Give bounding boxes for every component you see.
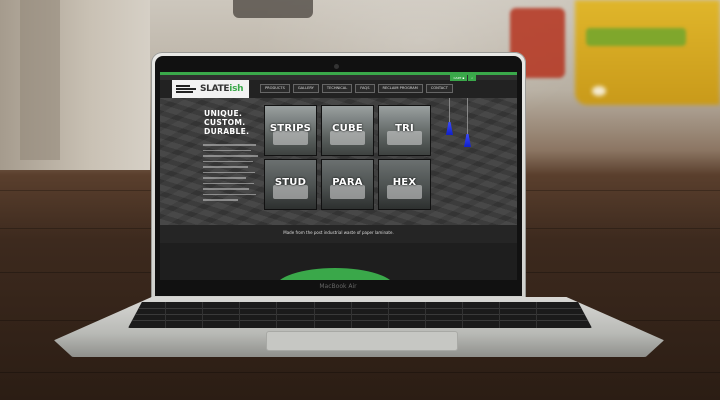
search-icon: ⌕ <box>471 76 473 80</box>
nav-item-faqs[interactable]: FAQS <box>355 84 375 93</box>
product-tile-stud[interactable]: STUD <box>264 159 317 210</box>
tile-label: HEX <box>392 177 417 188</box>
utility-bar: CART ▪ ⌕ <box>449 75 476 81</box>
pendant-cord <box>449 98 450 124</box>
tile-label: STUD <box>274 177 307 188</box>
laptop-brand-label: MacBook Air <box>319 283 357 290</box>
product-tile-tri[interactable]: TRI <box>378 105 431 156</box>
nav-item-technical[interactable]: TECHNICAL <box>321 84 353 93</box>
main-menu: PRODUCTS GALLERY TECHNICAL FAQS RECLAIM PROG… <box>260 84 456 93</box>
site-logo[interactable]: SLATEish <box>172 80 249 98</box>
product-tile-cube[interactable]: CUBE <box>321 105 374 156</box>
product-tile-para[interactable]: PARA <box>321 159 374 210</box>
strip-caption: Made from the post industrial waste of p… <box>283 230 394 235</box>
nav-item-reclaim-program[interactable]: RECLAIM PROGRAM <box>377 84 423 93</box>
tile-label: CUBE <box>332 123 363 134</box>
tile-label: TRI <box>395 123 414 134</box>
laptop-keyboard[interactable] <box>128 302 592 328</box>
product-tile-hex[interactable]: HEX <box>378 159 431 210</box>
pendant-cord <box>467 98 468 134</box>
logo-text: SLATEish <box>200 84 244 94</box>
cart-icon: ▪ <box>462 76 465 80</box>
tile-label: PARA <box>332 177 363 188</box>
logo-mark-icon <box>176 84 198 94</box>
product-tile-strips[interactable]: STRIPS <box>264 105 317 156</box>
background-light-glare <box>592 86 606 96</box>
hero-description-text <box>203 144 261 205</box>
cart-button[interactable]: CART ▪ <box>450 75 468 81</box>
product-tile-grid: STRIPS CUBE TRI STUD PARA HEX <box>264 105 431 210</box>
background-stool <box>233 0 313 18</box>
camera-icon <box>334 64 339 69</box>
nav-item-products[interactable]: PRODUCTS <box>260 84 290 93</box>
background-door <box>20 0 60 160</box>
search-button[interactable]: ⌕ <box>468 75 476 81</box>
tile-label: STRIPS <box>269 123 312 134</box>
laptop-screen: CART ▪ ⌕ SLATEish PRODUCTS GALLERY TECHNIC… <box>160 72 517 280</box>
floor-plank-line <box>0 372 720 373</box>
hero-tagline: UNIQUE. CUSTOM. DURABLE. <box>204 109 250 136</box>
background-green-cushion <box>586 28 686 46</box>
nav-item-contact[interactable]: CONTACT <box>425 84 453 93</box>
laptop-trackpad[interactable] <box>266 331 458 351</box>
nav-item-gallery[interactable]: GALLERY <box>292 84 319 93</box>
